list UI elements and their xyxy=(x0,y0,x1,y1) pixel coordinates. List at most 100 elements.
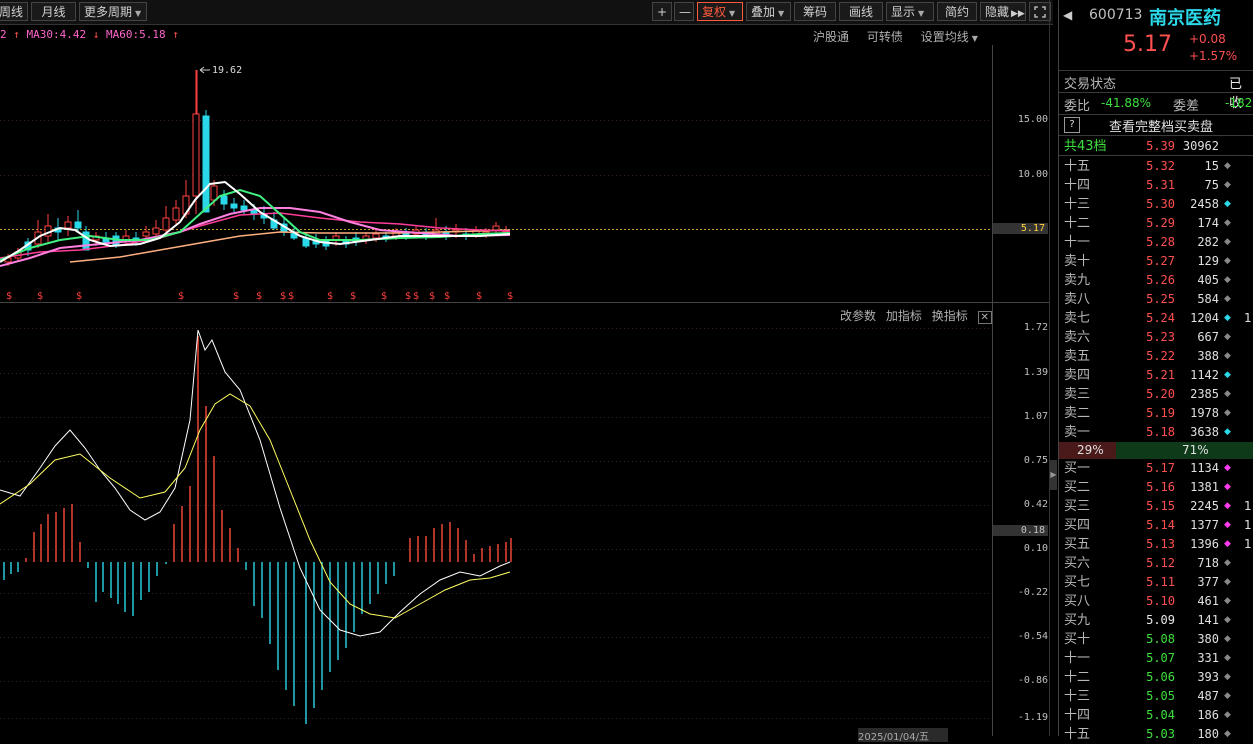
level-label: 买三 xyxy=(1064,499,1091,514)
level-price: 5.20 xyxy=(1146,387,1175,401)
signal-marker: $ xyxy=(327,291,333,302)
level-volume: 186 xyxy=(1197,708,1219,722)
ask-row[interactable]: 卖四 5.21 1142 ◆ xyxy=(1059,366,1253,385)
level-volume: 1134 xyxy=(1190,461,1219,475)
bid-row[interactable]: 十一 5.07 331 ◆ xyxy=(1059,649,1253,668)
diamond-icon: ◆ xyxy=(1224,218,1231,228)
balance-bar: 29% 71% xyxy=(1059,442,1253,459)
ask-row[interactable]: 十三 5.30 2458 ◆ xyxy=(1059,195,1253,214)
ask-row[interactable]: 卖九 5.26 405 ◆ xyxy=(1059,271,1253,290)
level-price: 5.07 xyxy=(1146,651,1175,665)
trade-status-label: 交易状态 xyxy=(1064,77,1117,92)
level-volume: 388 xyxy=(1197,349,1219,363)
level-price: 5.30 xyxy=(1146,197,1175,211)
level-volume: 1377 xyxy=(1190,518,1219,532)
add-indicator-link[interactable]: 加指标 xyxy=(886,309,922,323)
arrow-left-icon xyxy=(199,66,210,74)
diamond-icon: ◆ xyxy=(1224,539,1231,549)
level-volume: 2458 xyxy=(1190,197,1219,211)
chart-canvas[interactable]: 19.62 $ $ $ $ $ $ $ $ $ $ $ $ $ $ $ $ $ xyxy=(0,0,1053,736)
diamond-icon: ◆ xyxy=(1224,501,1231,511)
bid-row[interactable]: 十三 5.05 487 ◆ xyxy=(1059,687,1253,706)
level-price: 5.15 xyxy=(1146,499,1175,513)
ask-row[interactable]: 十一 5.28 282 ◆ xyxy=(1059,233,1253,252)
level-volume: 3638 xyxy=(1190,425,1219,439)
ask-row[interactable]: 卖五 5.22 388 ◆ xyxy=(1059,347,1253,366)
signal-marker: $ xyxy=(280,291,286,302)
candle-body xyxy=(142,231,150,237)
help-icon[interactable]: ? xyxy=(1064,117,1080,133)
diamond-icon: ◆ xyxy=(1224,710,1231,720)
bid-row[interactable]: 十四 5.04 186 ◆ xyxy=(1059,706,1253,725)
level-label: 十五 xyxy=(1064,727,1091,742)
level-price: 5.17 xyxy=(1146,461,1175,475)
level-volume: 331 xyxy=(1197,651,1219,665)
indicator-axis-label: -1.19 xyxy=(1017,712,1048,723)
indicator-axis-label: -0.22 xyxy=(1017,587,1048,598)
total-levels-vol: 30962 xyxy=(1182,139,1219,153)
level-volume: 667 xyxy=(1197,330,1219,344)
bid-row[interactable]: 十五 5.03 180 ◆ xyxy=(1059,725,1253,744)
level-volume: 584 xyxy=(1197,292,1219,306)
level-volume: 405 xyxy=(1197,273,1219,287)
level-label: 卖四 xyxy=(1064,368,1091,383)
bid-row[interactable]: 十二 5.06 393 ◆ xyxy=(1059,668,1253,687)
bid-row[interactable]: 买八 5.10 461 ◆ xyxy=(1059,592,1253,611)
edit-params-link[interactable]: 改参数 xyxy=(840,309,876,323)
signal-marker: $ xyxy=(405,291,411,302)
price-change: +0.08 xyxy=(1189,32,1226,46)
bid-row[interactable]: 买五 5.13 1396 ◆ 1 xyxy=(1059,535,1253,554)
level-price: 5.22 xyxy=(1146,349,1175,363)
level-label: 买七 xyxy=(1064,575,1091,590)
ask-row[interactable]: 卖三 5.20 2385 ◆ xyxy=(1059,385,1253,404)
level-label: 卖七 xyxy=(1064,311,1091,326)
ask-row[interactable]: 卖十 5.27 129 ◆ xyxy=(1059,252,1253,271)
diamond-icon: ◆ xyxy=(1224,463,1231,473)
level-price: 5.26 xyxy=(1146,273,1175,287)
diamond-icon: ◆ xyxy=(1224,294,1231,304)
bid-row[interactable]: 买九 5.09 141 ◆ xyxy=(1059,611,1253,630)
level-volume: 141 xyxy=(1197,613,1219,627)
ask-row[interactable]: 卖二 5.19 1978 ◆ xyxy=(1059,404,1253,423)
level-volume: 2245 xyxy=(1190,499,1219,513)
full-book-button[interactable]: 查看完整档买卖盘 xyxy=(1109,116,1213,135)
total-levels-row: 共43档 5.39 30962 xyxy=(1059,137,1253,156)
candle-body xyxy=(240,205,248,211)
level-volume: 718 xyxy=(1197,556,1219,570)
level-label: 买四 xyxy=(1064,518,1091,533)
level-label: 卖九 xyxy=(1064,273,1091,288)
bid-row[interactable]: 买三 5.15 2245 ◆ 1 xyxy=(1059,497,1253,516)
level-price: 5.16 xyxy=(1146,480,1175,494)
diamond-icon: ◆ xyxy=(1224,408,1231,418)
level-price: 5.10 xyxy=(1146,594,1175,608)
bid-row[interactable]: 买十 5.08 380 ◆ xyxy=(1059,630,1253,649)
level-price: 5.32 xyxy=(1146,159,1175,173)
bid-row[interactable]: 买二 5.16 1381 ◆ xyxy=(1059,478,1253,497)
diamond-icon: ◆ xyxy=(1224,691,1231,701)
ask-row[interactable]: 十二 5.29 174 ◆ xyxy=(1059,214,1253,233)
ask-row[interactable]: 卖一 5.18 3638 ◆ xyxy=(1059,423,1253,442)
ask-row[interactable]: 十四 5.31 75 ◆ xyxy=(1059,176,1253,195)
candle-body xyxy=(220,195,228,205)
level-label: 十一 xyxy=(1064,235,1091,250)
ask-row[interactable]: 卖六 5.23 667 ◆ xyxy=(1059,328,1253,347)
level-label: 买五 xyxy=(1064,537,1091,552)
bid-row[interactable]: 买四 5.14 1377 ◆ 1 xyxy=(1059,516,1253,535)
ask-row[interactable]: 卖八 5.25 584 ◆ xyxy=(1059,290,1253,309)
signal-marker: $ xyxy=(381,291,387,302)
indicator-axis-label: 0.42 xyxy=(1023,499,1048,510)
candle-body xyxy=(492,225,500,231)
bid-row[interactable]: 买一 5.17 1134 ◆ xyxy=(1059,459,1253,478)
bid-row[interactable]: 买七 5.11 377 ◆ xyxy=(1059,573,1253,592)
ask-row[interactable]: 十五 5.32 15 ◆ xyxy=(1059,157,1253,176)
collapse-handle-icon[interactable]: ▶ xyxy=(1050,460,1057,490)
order-book-panel: ◀ 600713 南京医药 5.17 +0.08 +1.57% 交易状态 已收 … xyxy=(1058,0,1253,742)
level-volume: 1142 xyxy=(1190,368,1219,382)
indicator-axis-label: 1.39 xyxy=(1023,367,1048,378)
indicator-axis-label: 0.10 xyxy=(1023,543,1048,554)
bid-row[interactable]: 买六 5.12 718 ◆ xyxy=(1059,554,1253,573)
back-arrow-icon[interactable]: ◀ xyxy=(1063,8,1072,22)
switch-indicator-link[interactable]: 换指标 xyxy=(932,309,968,323)
ask-row[interactable]: 卖七 5.24 1204 ◆ 1 xyxy=(1059,309,1253,328)
level-volume: 2385 xyxy=(1190,387,1219,401)
